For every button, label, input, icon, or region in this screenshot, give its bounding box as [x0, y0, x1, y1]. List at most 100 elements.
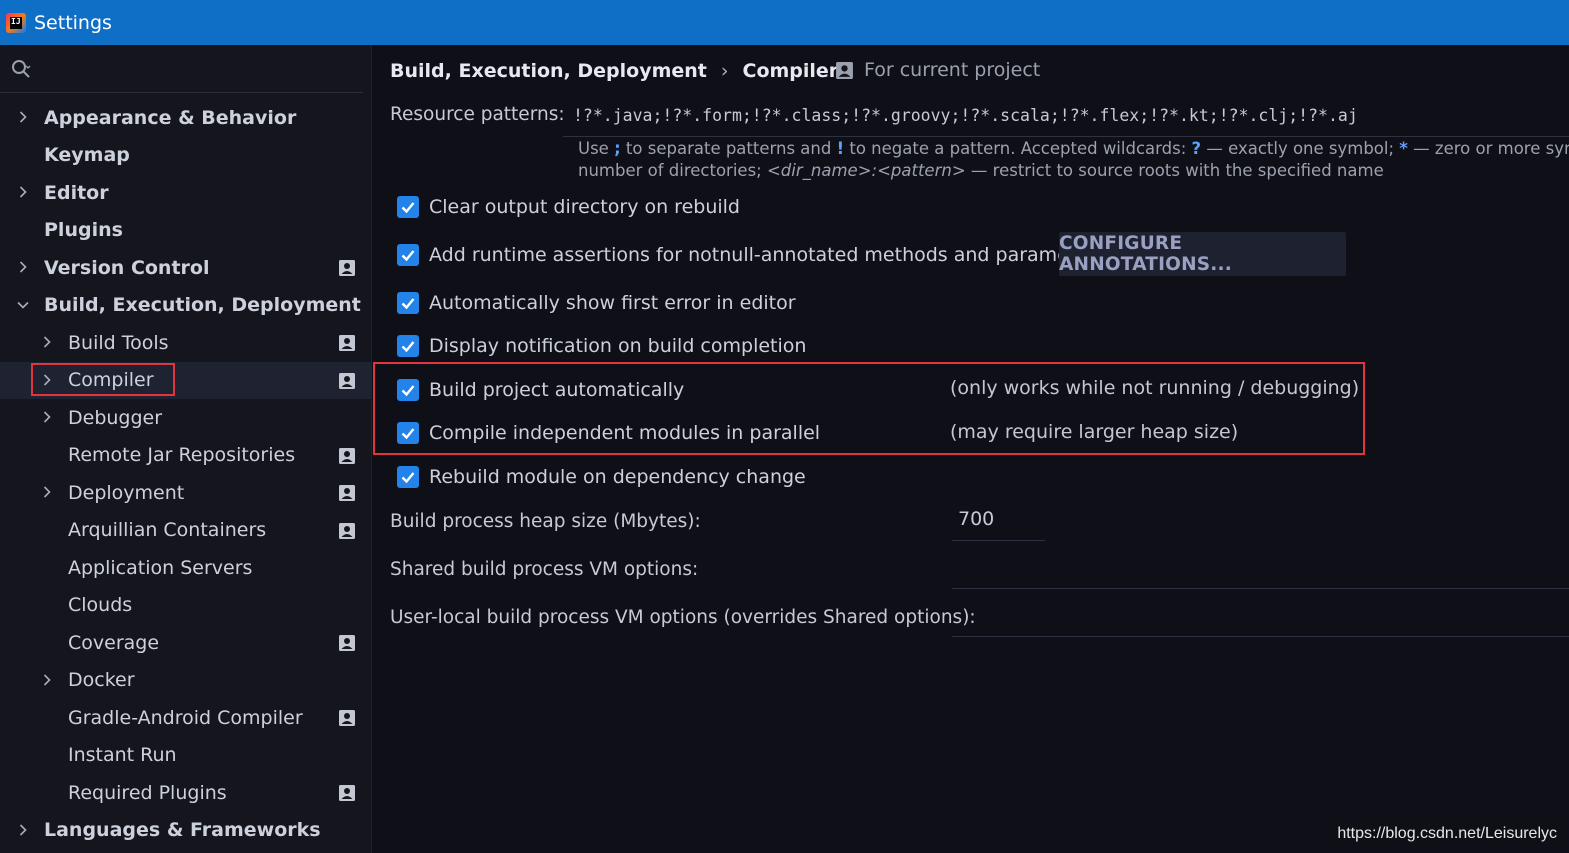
- resource-patterns-label: Resource patterns:: [390, 104, 565, 125]
- sidebar-item-clouds[interactable]: Clouds: [0, 587, 372, 625]
- display-notification-label: Display notification on build completion: [429, 335, 807, 357]
- breadcrumb-current: Compiler: [742, 60, 839, 82]
- scope-indicator: For current project: [835, 59, 1040, 81]
- sidebar-item-gradle-android-compiler[interactable]: Gradle-Android Compiler: [0, 699, 372, 737]
- check-icon: [401, 341, 415, 353]
- project-scope-icon: [339, 260, 355, 276]
- sidebar-item-application-servers[interactable]: Application Servers: [0, 549, 372, 587]
- project-scope-icon: [339, 447, 355, 464]
- sidebar-item-plugins[interactable]: Plugins: [0, 212, 372, 250]
- sidebar-item-label: Remote Jar Repositories: [68, 444, 296, 467]
- configure-annotations-button[interactable]: CONFIGURE ANNOTATIONS...: [1059, 232, 1346, 276]
- show-first-error-checkbox[interactable]: [397, 292, 419, 314]
- heap-size-input[interactable]: 700: [952, 501, 1045, 541]
- compile-parallel-checkbox[interactable]: [397, 422, 419, 444]
- sidebar-item-arquillian-containers[interactable]: Arquillian Containers: [0, 512, 372, 550]
- chevron-right-icon[interactable]: [40, 410, 54, 424]
- show-first-error-label: Automatically show first error in editor: [429, 292, 796, 314]
- project-scope-icon: [339, 785, 355, 801]
- check-icon: [401, 202, 415, 214]
- display-notification-checkbox[interactable]: [397, 335, 419, 357]
- breadcrumb-separator: ›: [720, 60, 729, 82]
- sidebar-item-label: Gradle-Android Compiler: [68, 706, 303, 729]
- check-icon: [401, 250, 415, 262]
- sidebar-item-label: Editor: [44, 181, 109, 204]
- chevron-right-icon[interactable]: [40, 335, 54, 349]
- search-icon: [12, 59, 31, 78]
- clear-output-label: Clear output directory on rebuild: [429, 196, 740, 218]
- sidebar-item-debugger[interactable]: Debugger: [0, 399, 372, 437]
- sidebar-item-label: Version Control: [44, 256, 210, 279]
- sidebar-item-label: Coverage: [68, 631, 160, 654]
- sidebar-item-label: Languages & Frameworks: [44, 819, 321, 842]
- chevron-right-icon[interactable]: [40, 485, 54, 499]
- check-icon: [401, 385, 415, 397]
- window-title: Settings: [34, 11, 112, 34]
- sidebar-item-label: Keymap: [44, 144, 130, 167]
- runtime-assertions-label: Add runtime assertions for notnull-annot…: [429, 244, 1106, 266]
- breadcrumb-parent[interactable]: Build, Execution, Deployment: [390, 60, 707, 82]
- runtime-assertions-option[interactable]: Add runtime assertions for notnull-annot…: [397, 240, 1106, 270]
- sidebar-item-instant-run[interactable]: Instant Run: [0, 737, 372, 775]
- build-automatically-label: Build project automatically: [429, 379, 685, 401]
- rebuild-module-label: Rebuild module on dependency change: [429, 466, 806, 488]
- sidebar-item-label: Build, Execution, Deployment: [44, 294, 361, 317]
- sidebar-item-build-execution-deployment[interactable]: Build, Execution, Deployment: [0, 287, 372, 325]
- sidebar-item-remote-jar-repositories[interactable]: Remote Jar Repositories: [0, 437, 372, 475]
- sidebar-item-label: Deployment: [68, 481, 185, 504]
- compile-parallel-option[interactable]: Compile independent modules in parallel: [397, 418, 820, 448]
- sidebar-item-required-plugins[interactable]: Required Plugins: [0, 774, 372, 812]
- chevron-right-icon[interactable]: [16, 185, 30, 199]
- build-automatically-note: (only works while not running / debuggin…: [950, 377, 1360, 399]
- sidebar-item-label: Build Tools: [68, 331, 169, 354]
- sidebar-item-label: Docker: [68, 669, 135, 692]
- watermark-text: https://blog.csdn.net/Leisurelyc: [1337, 825, 1557, 842]
- settings-tree: Appearance & Behavior Keymap Editor Plugins…: [0, 99, 372, 849]
- show-first-error-option[interactable]: Automatically show first error in editor: [397, 288, 796, 318]
- compile-parallel-label: Compile independent modules in parallel: [429, 422, 821, 444]
- sidebar-item-deployment[interactable]: Deployment: [0, 474, 372, 512]
- rebuild-module-checkbox[interactable]: [397, 466, 419, 488]
- settings-sidebar: Appearance & Behavior Keymap Editor Plugins…: [0, 45, 372, 853]
- sidebar-item-label: Plugins: [44, 219, 123, 242]
- user-vm-options-input[interactable]: [952, 597, 1569, 637]
- sidebar-item-coverage[interactable]: Coverage: [0, 624, 372, 662]
- sidebar-item-compiler[interactable]: Compiler: [0, 361, 372, 399]
- chevron-right-icon[interactable]: [40, 673, 54, 687]
- project-scope-icon: [339, 522, 355, 539]
- chevron-right-icon[interactable]: [16, 260, 30, 274]
- scope-label: For current project: [864, 59, 1041, 81]
- user-vm-options-label: User-local build process VM options (ove…: [390, 607, 976, 628]
- sidebar-item-appearance-behavior[interactable]: Appearance & Behavior: [0, 99, 372, 137]
- build-automatically-checkbox[interactable]: [397, 379, 419, 401]
- sidebar-item-languages-frameworks[interactable]: Languages & Frameworks: [0, 812, 372, 850]
- search-bar[interactable]: [0, 45, 363, 93]
- sidebar-item-keymap[interactable]: Keymap: [0, 137, 372, 175]
- shared-vm-options-input[interactable]: [952, 549, 1569, 589]
- sidebar-item-editor[interactable]: Editor: [0, 174, 372, 212]
- project-scope-icon: [339, 485, 355, 501]
- resource-patterns-hint: Use ; to separate patterns and ! to nega…: [578, 139, 1569, 180]
- sidebar-item-label: Appearance & Behavior: [44, 106, 297, 129]
- resource-patterns-input[interactable]: !?*.java;!?*.form;!?*.class;!?*.groovy;!…: [563, 95, 1569, 137]
- compiler-settings-panel: Build, Execution, Deployment › Compiler …: [373, 45, 1569, 853]
- sidebar-item-label: Application Servers: [68, 556, 253, 579]
- sidebar-item-build-tools[interactable]: Build Tools: [0, 324, 372, 362]
- sidebar-item-version-control[interactable]: Version Control: [0, 249, 372, 287]
- project-scope-icon: [339, 635, 355, 651]
- chevron-down-icon[interactable]: [16, 298, 30, 312]
- sidebar-item-label: Instant Run: [68, 744, 177, 767]
- search-input[interactable]: [40, 59, 340, 78]
- clear-output-checkbox[interactable]: [397, 196, 419, 218]
- chevron-right-icon[interactable]: [16, 823, 30, 837]
- check-icon: [401, 428, 415, 440]
- display-notification-option[interactable]: Display notification on build completion: [397, 331, 806, 361]
- sidebar-item-docker[interactable]: Docker: [0, 662, 372, 700]
- runtime-assertions-checkbox[interactable]: [397, 244, 419, 266]
- chevron-right-icon[interactable]: [16, 110, 30, 124]
- build-automatically-option[interactable]: Build project automatically: [397, 375, 684, 405]
- shared-vm-options-label: Shared build process VM options:: [390, 559, 699, 580]
- project-scope-icon: [836, 61, 853, 79]
- clear-output-option[interactable]: Clear output directory on rebuild: [397, 192, 740, 222]
- rebuild-module-option[interactable]: Rebuild module on dependency change: [397, 462, 806, 492]
